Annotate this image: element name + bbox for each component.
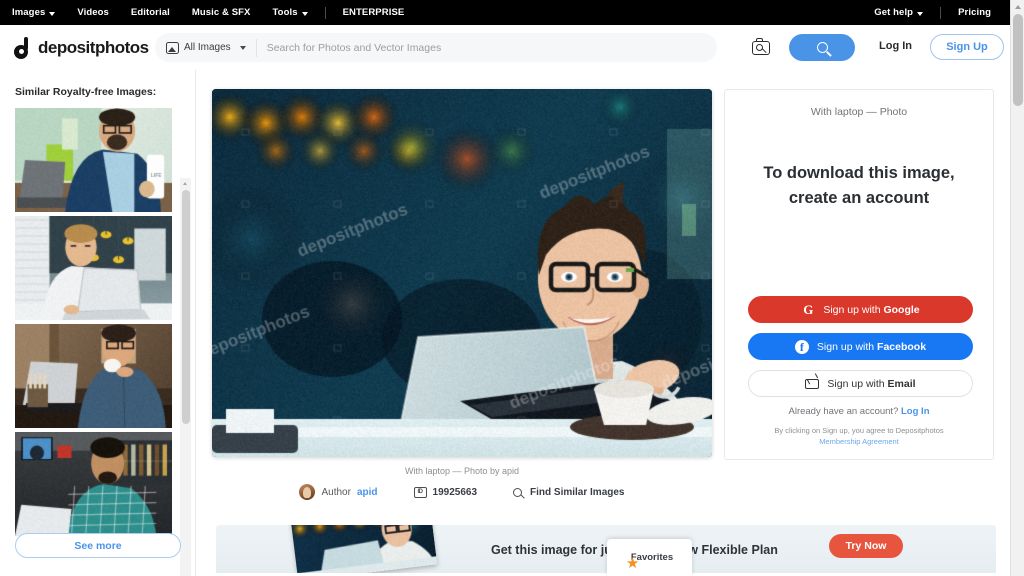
list-item[interactable] <box>15 432 172 536</box>
topnav-item-editorial[interactable]: Editorial <box>120 7 181 18</box>
topnav-item-enterprise[interactable]: ENTERPRISE <box>332 7 416 18</box>
promo-thumbnail <box>291 525 438 573</box>
promo-banner: Get this image for just $1 with New Flex… <box>216 525 996 573</box>
signup-panel: With laptop — Photo To download this ima… <box>724 89 994 460</box>
visual-search-camera-icon[interactable] <box>752 38 772 57</box>
scroll-up-arrow-icon[interactable] <box>183 182 187 185</box>
topnav-item-pricing[interactable]: Pricing <box>947 7 1002 18</box>
page-scrollbar[interactable] <box>1010 0 1024 576</box>
similar-thumbnails-list <box>15 108 175 540</box>
signup-with-email-button[interactable]: Sign up with Email <box>748 370 973 397</box>
search-input[interactable] <box>267 42 717 54</box>
search-divider <box>256 39 257 57</box>
favorites-button[interactable]: ★ Favorites <box>607 539 692 576</box>
panel-subtitle: With laptop — Photo <box>725 90 993 118</box>
topnav-label: Get help <box>874 7 913 18</box>
image-meta-row: Author apid ID 19925663 Find Similar Ima… <box>212 484 712 500</box>
topnav-label: Images <box>12 7 45 18</box>
topnav-item-videos[interactable]: Videos <box>66 7 120 18</box>
author-name: apid <box>357 487 378 498</box>
topnav-divider <box>325 7 326 19</box>
see-more-button[interactable]: See more <box>15 533 181 558</box>
scroll-up-arrow-icon[interactable] <box>1015 5 1021 9</box>
signup-with-facebook-button[interactable]: f Sign up with Facebook <box>748 333 973 360</box>
topnav-label: ENTERPRISE <box>343 7 405 18</box>
id-icon: ID <box>414 487 427 498</box>
image-icon <box>166 42 179 54</box>
login-link[interactable]: Log In <box>901 406 930 417</box>
chevron-down-icon <box>917 12 923 16</box>
sidebar-scrollbar[interactable] <box>180 178 191 576</box>
search-icon <box>513 488 522 497</box>
similar-images-sidebar: Similar Royalty-free Images: See more <box>0 70 196 576</box>
find-similar-label: Find Similar Images <box>530 487 624 498</box>
list-item[interactable] <box>15 216 172 320</box>
search-icon <box>817 42 828 53</box>
search-category-select[interactable]: All Images <box>155 33 246 62</box>
image-id: ID 19925663 <box>414 487 478 498</box>
top-nav-links: Images Videos Editorial Music & SFX Tool… <box>0 7 415 19</box>
topnav-item-get-help[interactable]: Get help <box>874 7 934 18</box>
panel-title-line1: To download this image, <box>763 164 954 182</box>
author-link[interactable]: Author apid <box>299 484 377 500</box>
search-bar: All Images <box>155 33 717 62</box>
email-button-label: Sign up with Email <box>827 378 915 390</box>
logo[interactable]: depositphotos <box>0 37 149 59</box>
depositphotos-logo-icon <box>13 37 32 59</box>
membership-agreement-note: By clicking on Sign up, you agree to Dep… <box>725 425 993 447</box>
facebook-button-label: Sign up with Facebook <box>817 341 926 353</box>
avatar <box>299 484 315 500</box>
list-item[interactable] <box>15 108 172 212</box>
topnav-label: Pricing <box>958 7 991 18</box>
topnav-label: Music & SFX <box>192 7 251 18</box>
sidebar-scrollbar-thumb[interactable] <box>182 190 190 424</box>
google-icon: G <box>801 303 815 317</box>
signup-button[interactable]: Sign Up <box>930 34 1004 60</box>
signup-with-google-button[interactable]: G Sign up with Google <box>748 296 973 323</box>
membership-agreement-link[interactable]: Membership Agreement <box>819 437 899 446</box>
search-submit-button[interactable] <box>789 34 855 61</box>
image-id-value: 19925663 <box>433 487 478 498</box>
login-button[interactable]: Log In <box>879 40 912 52</box>
author-label: Author <box>321 487 350 498</box>
try-now-button[interactable]: Try Now <box>829 534 903 558</box>
chevron-down-icon <box>302 12 308 16</box>
chevron-down-icon <box>240 46 246 50</box>
topnav-item-tools[interactable]: Tools <box>261 7 318 18</box>
find-similar-images-button[interactable]: Find Similar Images <box>513 487 624 498</box>
main-content: Similar Royalty-free Images: See more Wi… <box>0 70 1010 576</box>
top-navigation-bar: Images Videos Editorial Music & SFX Tool… <box>0 0 1024 25</box>
topnav-label: Editorial <box>131 7 170 18</box>
topnav-divider <box>940 7 941 19</box>
search-category-label: All Images <box>184 42 231 53</box>
agree-text: By clicking on Sign up, you agree to Dep… <box>774 426 943 435</box>
image-caption: With laptop — Photo by apid <box>212 466 712 476</box>
chevron-down-icon <box>49 12 55 16</box>
main-image[interactable] <box>212 89 712 457</box>
facebook-icon: f <box>795 340 809 354</box>
page-scrollbar-thumb[interactable] <box>1013 14 1023 106</box>
already-have-account: Already have an account? Log In <box>725 406 993 417</box>
topnav-label: Videos <box>77 7 109 18</box>
panel-title: To download this image, create an accoun… <box>725 118 993 211</box>
already-text: Already have an account? <box>789 406 902 417</box>
logo-text: depositphotos <box>38 38 149 58</box>
google-button-label: Sign up with Google <box>823 304 919 316</box>
list-item[interactable] <box>15 324 172 428</box>
sidebar-title: Similar Royalty-free Images: <box>0 70 195 107</box>
topnav-label: Tools <box>272 7 297 18</box>
topnav-item-images[interactable]: Images <box>12 7 66 18</box>
envelope-icon <box>805 379 819 389</box>
top-nav-right-links: Get help Pricing <box>874 7 1024 19</box>
topnav-item-music-sfx[interactable]: Music & SFX <box>181 7 262 18</box>
panel-title-line2: create an account <box>789 189 929 207</box>
